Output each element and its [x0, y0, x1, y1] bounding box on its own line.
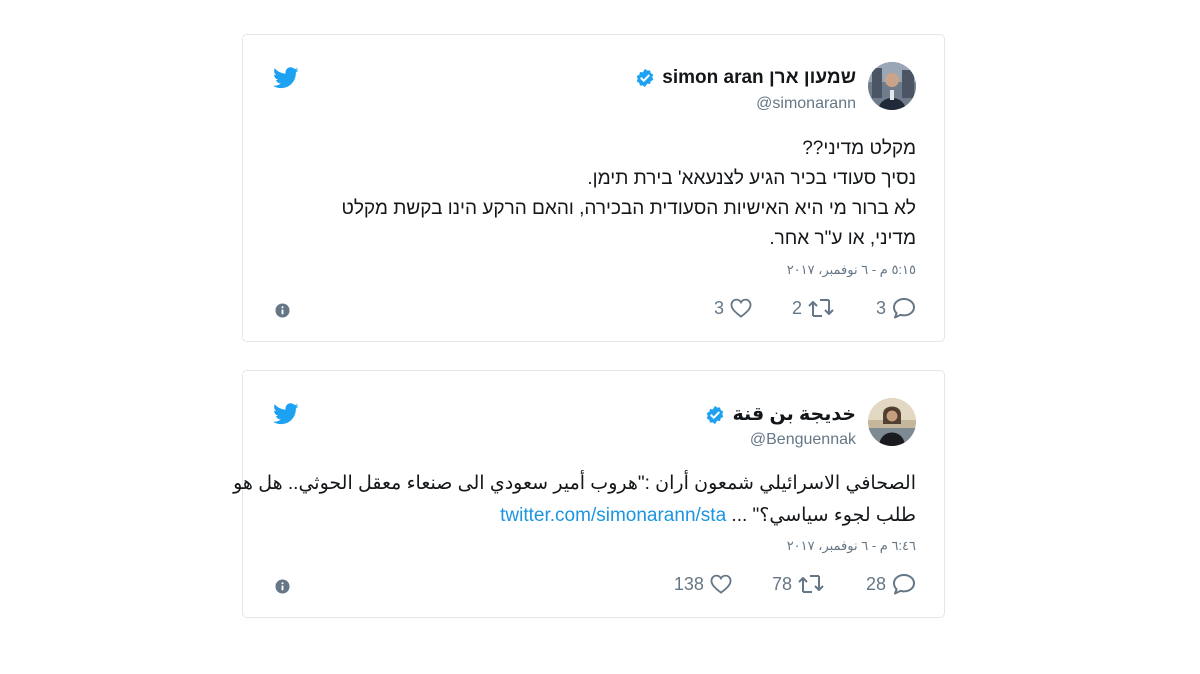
avatar[interactable]	[868, 398, 916, 446]
retweet-count: 78	[771, 573, 792, 594]
author-name[interactable]: خديجة بن قنة	[732, 403, 856, 426]
verified-badge-icon	[637, 68, 654, 88]
like-count: 3	[713, 297, 724, 318]
like-button[interactable]: 3	[714, 298, 752, 319]
author-name-row[interactable]: שמעון ארן simon aran	[635, 67, 856, 89]
tweet-text-fragment: طلب لجوء سياسي؟" ...	[731, 505, 916, 526]
retweet-icon	[798, 575, 824, 593]
reply-count: 3	[875, 297, 886, 318]
retweet-count: 2	[791, 297, 802, 318]
avatar[interactable]	[868, 62, 916, 110]
retweet-button[interactable]: 78	[772, 574, 824, 595]
tweet-link[interactable]: twitter.com/simonarann/sta	[500, 505, 726, 526]
retweet-icon	[808, 299, 834, 317]
twitter-bird-icon[interactable]	[273, 403, 299, 425]
twitter-bird-icon[interactable]	[273, 67, 299, 89]
reply-icon	[893, 298, 915, 319]
embedded-tweet: خديجة بن قنة @Benguennak الصحافي الاسرائ…	[233, 370, 945, 618]
author-handle[interactable]: @Benguennak	[750, 431, 856, 449]
like-count: 138	[673, 573, 704, 594]
tweet-text-line: מדיני, או ע"ר אחר.	[769, 228, 916, 249]
heart-icon	[710, 574, 732, 594]
tweet-actions: 138 78 28	[674, 573, 916, 595]
tweet-text-line: לא ברור מי היא האישיות הסעודית הבכירה, ו…	[341, 198, 916, 219]
tweet-text: الصحافي الاسرائيلي شمعون أران :"هروب أمي…	[233, 468, 916, 532]
verified-badge-icon	[707, 405, 724, 424]
info-icon[interactable]	[275, 303, 290, 318]
tweet-text-line: طلب لجوء سياسي؟" ... twitter.com/simonar…	[256, 500, 916, 532]
like-button[interactable]: 138	[674, 574, 732, 595]
tweet-timestamp[interactable]: ٥:١٥ م - ٦ نوفمبر، ٢٠١٧	[787, 262, 916, 278]
tweet-text-line: الصحافي الاسرائيلي شمعون أران :"هروب أمي…	[233, 473, 916, 494]
tweet-actions: 3 2 3	[714, 297, 916, 319]
retweet-button[interactable]: 2	[792, 298, 834, 319]
reply-button[interactable]: 3	[876, 297, 916, 319]
info-icon[interactable]	[275, 579, 290, 594]
tweet-text-line: נסיך סעודי בכיר הגיע לצנעאא' בירת תימן.	[587, 168, 916, 189]
author-name[interactable]: שמעון ארן simon aran	[662, 67, 856, 89]
reply-count: 28	[865, 573, 886, 594]
embedded-tweet: שמעון ארן simon aran @simonarann מקלט מד…	[242, 34, 945, 342]
tweet-text: מקלט מדיני?? נסיך סעודי בכיר הגיע לצנעאא…	[266, 134, 916, 254]
tweet-timestamp[interactable]: ٦:٤٦ م - ٦ نوفمبر، ٢٠١٧	[787, 538, 916, 554]
author-handle[interactable]: @simonarann	[756, 95, 856, 113]
reply-button[interactable]: 28	[866, 573, 916, 595]
reply-icon	[893, 574, 915, 595]
heart-icon	[730, 298, 752, 318]
author-name-row[interactable]: خديجة بن قنة	[705, 403, 856, 426]
tweet-text-line: מקלט מדיני??	[802, 138, 916, 159]
